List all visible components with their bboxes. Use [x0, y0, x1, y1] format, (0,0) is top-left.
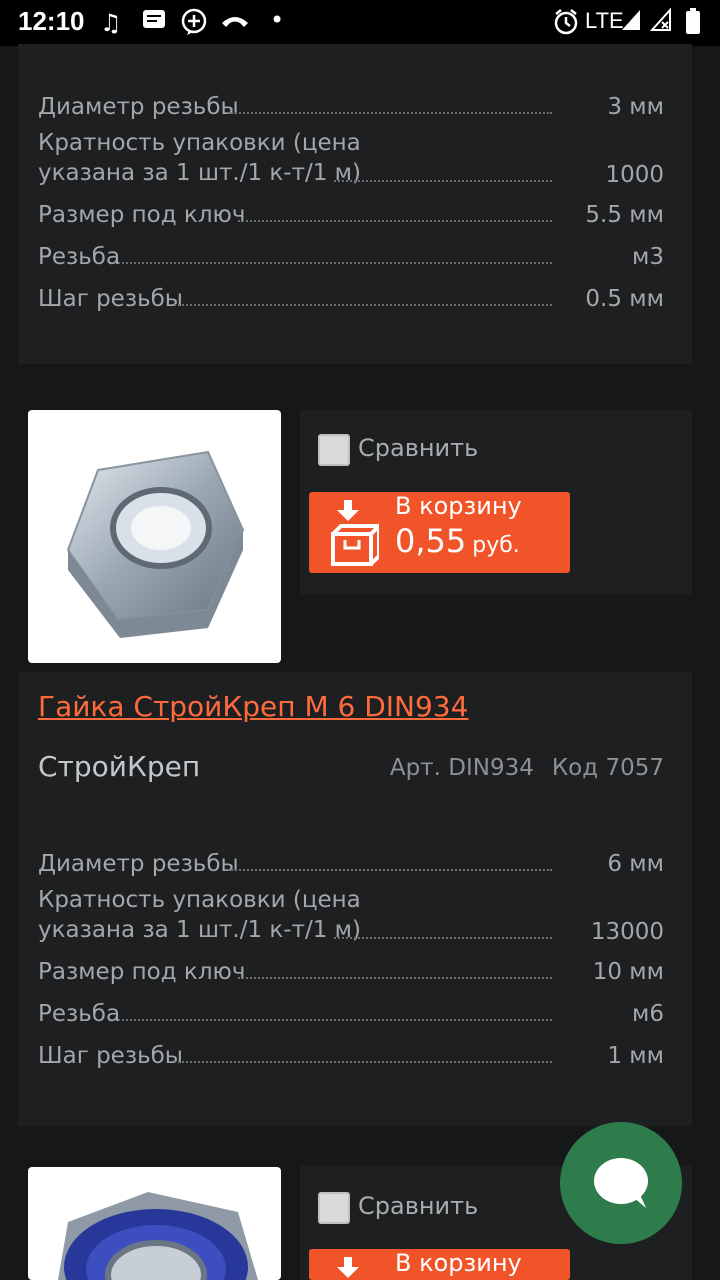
status-bar: 12:10 ♫ • LTE — [0, 0, 720, 46]
spec-row-thread: Резьба м3 — [38, 236, 664, 276]
product-image-hex-nut[interactable] — [28, 410, 281, 663]
checkbox-box[interactable] — [318, 434, 350, 466]
music-note-icon: ♫ — [100, 9, 122, 37]
product-image-lock-nut[interactable] — [28, 1167, 281, 1280]
spec-value: 6 мм — [607, 851, 664, 877]
add-to-cart-button[interactable]: В корзину 0,55 руб. — [309, 492, 570, 573]
spec-value: 0.5 мм — [585, 286, 664, 312]
spec-value: м6 — [632, 1001, 664, 1027]
spec-label: Размер под ключ — [38, 202, 246, 228]
spec-row-thread: Резьба м6 — [38, 993, 664, 1033]
add-circle-icon — [181, 8, 207, 43]
missed-call-icon — [220, 8, 250, 38]
message-icon — [142, 8, 166, 38]
alarm-icon — [553, 8, 579, 43]
spec-row-pack-multiplicity: Кратность упаковки (цена указана за 1 шт.… — [38, 128, 664, 190]
spec-label: Резьба — [38, 1001, 121, 1027]
spec-row-thread-diameter: Диаметр резьбы 3 мм — [38, 86, 664, 126]
cart-label: В корзину — [395, 492, 522, 520]
cart-icon — [329, 500, 384, 570]
spec-label: Шаг резьбы — [38, 1043, 183, 1069]
spec-value: 1 мм — [607, 1043, 664, 1069]
spec-value: 10 мм — [592, 959, 664, 985]
spec-value: м3 — [632, 244, 664, 270]
spec-row-wrench-size: Размер под ключ 5.5 мм — [38, 194, 664, 234]
spec-value: 13000 — [590, 919, 664, 945]
status-time: 12:10 — [18, 6, 85, 36]
spec-value: 1000 — [605, 162, 664, 188]
spec-label: Резьба — [38, 244, 121, 270]
spec-row-thread-pitch: Шаг резьбы 0.5 мм — [38, 278, 664, 318]
spec-value: 3 мм — [607, 94, 664, 120]
cart-label: В корзину — [395, 1249, 522, 1277]
compare-checkbox[interactable]: Сравнить — [318, 434, 478, 468]
battery-icon — [686, 8, 700, 41]
compare-label: Сравнить — [358, 1192, 479, 1220]
spec-label: Кратность упаковки (цена указана за 1 шт.… — [38, 130, 361, 186]
cart-icon — [329, 1257, 379, 1280]
product-title-link[interactable]: Гайка СтройКреп М 6 DIN934 — [38, 690, 468, 723]
currency: руб. — [472, 533, 520, 558]
article-number: Арт. DIN934 — [389, 755, 534, 781]
signal-icon — [620, 8, 642, 39]
spec-value: 5.5 мм — [585, 202, 664, 228]
spec-label: Размер под ключ — [38, 959, 246, 985]
chat-button[interactable] — [560, 1122, 682, 1244]
spec-row-wrench-size: Размер под ключ 10 мм — [38, 951, 664, 991]
spec-label: Шаг резьбы — [38, 286, 183, 312]
spec-row-thread-diameter: Диаметр резьбы 6 мм — [38, 843, 664, 883]
product-brand: СтройКреп — [38, 750, 201, 783]
signal-no-data-icon — [649, 7, 674, 39]
spec-row-pack-multiplicity: Кратность упаковки (цена указана за 1 шт.… — [38, 885, 664, 947]
chat-bubble-icon — [592, 1156, 650, 1214]
compare-label: Сравнить — [358, 434, 479, 462]
spec-label: Кратность упаковки (цена указана за 1 шт.… — [38, 887, 361, 943]
product-code: Код 7057 — [551, 755, 664, 781]
checkbox-box[interactable] — [318, 1192, 350, 1224]
compare-checkbox[interactable]: Сравнить — [318, 1192, 478, 1226]
add-to-cart-button[interactable]: В корзину — [309, 1249, 570, 1280]
dot-icon: • — [270, 6, 285, 34]
price: 0,55 руб. — [395, 522, 520, 560]
spec-label: Диаметр резьбы — [38, 94, 239, 120]
spec-label: Диаметр резьбы — [38, 851, 239, 877]
product-codes: Арт. DIN934 Код 7057 — [390, 755, 664, 781]
spec-row-thread-pitch: Шаг резьбы 1 мм — [38, 1035, 664, 1075]
network-type: LTE — [585, 8, 624, 33]
